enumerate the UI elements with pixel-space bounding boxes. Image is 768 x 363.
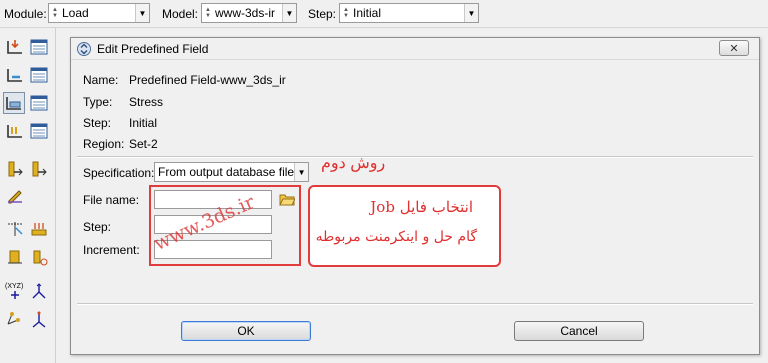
info-type-key: Type: bbox=[83, 95, 113, 109]
datum-point-icon[interactable] bbox=[28, 280, 50, 302]
surface-load-icon[interactable] bbox=[28, 218, 50, 240]
predefined-field-list-icon[interactable] bbox=[28, 92, 50, 114]
discrete-field-icon[interactable] bbox=[28, 158, 50, 180]
dialog-app-icon bbox=[77, 41, 91, 56]
file-name-label: File name: bbox=[83, 193, 140, 207]
method-title: روش دوم bbox=[321, 155, 386, 172]
query-icon[interactable] bbox=[4, 218, 26, 240]
spin-icon: ▲ ▼ bbox=[205, 7, 211, 19]
spin-icon: ▲ ▼ bbox=[343, 7, 349, 19]
info-name-value: Predefined Field-www_3ds_ir bbox=[129, 73, 286, 87]
info-type-value: Stress bbox=[129, 95, 164, 109]
chevron-down-icon: ▼ bbox=[135, 4, 149, 22]
toolbox: (XYZ) bbox=[0, 28, 56, 363]
specification-select[interactable]: From output database file ▼ bbox=[154, 162, 309, 182]
svg-text:(XYZ): (XYZ) bbox=[5, 283, 23, 290]
amplitude-list-icon[interactable] bbox=[28, 246, 50, 268]
load-list-icon[interactable] bbox=[28, 36, 50, 58]
amplitude-icon[interactable] bbox=[4, 246, 26, 268]
specification-label: Specification: bbox=[83, 166, 155, 180]
annotation-line-1: انتخاب فایل Job bbox=[370, 198, 473, 216]
info-step: Step: Initial bbox=[83, 116, 157, 130]
chevron-down-icon: ▼ bbox=[294, 163, 308, 181]
cancel-button[interactable]: Cancel bbox=[514, 321, 644, 341]
chevron-down-icon: ▼ bbox=[464, 4, 478, 22]
load-case-icon[interactable] bbox=[4, 120, 26, 142]
info-region: Region: Set-2 bbox=[83, 137, 158, 151]
load-case-list-icon[interactable] bbox=[28, 120, 50, 142]
divider bbox=[77, 156, 753, 158]
dialog-titlebar[interactable]: Edit Predefined Field bbox=[71, 38, 759, 60]
bc-icon[interactable] bbox=[4, 64, 26, 86]
step-field-label: Step: bbox=[83, 220, 112, 234]
module-label: Module: bbox=[4, 7, 47, 21]
module-select[interactable]: ▲ ▼ Load ▼ bbox=[48, 3, 150, 23]
info-region-key: Region: bbox=[83, 137, 125, 151]
context-bar: Module: ▲ ▼ Load ▼ Model: ▲ ▼ www-3ds-ir ▼… bbox=[0, 0, 768, 28]
predefined-field-icon[interactable] bbox=[3, 92, 25, 114]
datum-plane-icon[interactable] bbox=[28, 308, 50, 330]
close-icon: ✕ bbox=[729, 42, 739, 55]
model-value: www-3ds-ir bbox=[215, 6, 275, 20]
edit-predefined-field-dialog: Edit Predefined Field ✕ Name: Predefined … bbox=[70, 37, 760, 355]
annotation-callout: انتخاب فایل Job گام حل و اینکرمنت مربوطه bbox=[308, 185, 501, 267]
model-select[interactable]: ▲ ▼ www-3ds-ir ▼ bbox=[201, 3, 297, 23]
datum-csys-icon[interactable]: (XYZ) bbox=[4, 280, 26, 302]
ok-button[interactable]: OK bbox=[181, 321, 311, 341]
load-manager-icon[interactable] bbox=[4, 36, 26, 58]
annotation-line-2: گام حل و اینکرمنت مربوطه bbox=[315, 229, 477, 245]
partition-icon[interactable] bbox=[4, 308, 26, 330]
chevron-down-icon: ▼ bbox=[282, 4, 296, 22]
info-name: Name: Predefined Field-www_3ds_ir bbox=[83, 73, 286, 87]
step-value: Initial bbox=[353, 6, 382, 20]
info-step-key: Step: bbox=[83, 116, 112, 130]
edit-tool-icon[interactable] bbox=[4, 184, 26, 206]
analytical-field-icon[interactable] bbox=[4, 158, 26, 180]
info-name-key: Name: bbox=[83, 73, 119, 87]
module-value: Load bbox=[62, 6, 89, 20]
specification-value: From output database file bbox=[158, 165, 295, 179]
divider bbox=[77, 303, 753, 305]
info-region-value: Set-2 bbox=[129, 137, 158, 151]
model-label: Model: bbox=[162, 7, 199, 21]
step-select[interactable]: ▲ ▼ Initial ▼ bbox=[339, 3, 479, 23]
increment-label: Increment: bbox=[83, 243, 140, 257]
bc-list-icon[interactable] bbox=[28, 64, 50, 86]
info-step-value: Initial bbox=[129, 116, 158, 130]
close-button[interactable]: ✕ bbox=[719, 40, 749, 56]
dialog-title: Edit Predefined Field bbox=[97, 41, 209, 56]
info-type: Type: Stress bbox=[83, 95, 163, 109]
spin-icon: ▲ ▼ bbox=[52, 7, 58, 19]
step-label: Step: bbox=[308, 7, 337, 21]
